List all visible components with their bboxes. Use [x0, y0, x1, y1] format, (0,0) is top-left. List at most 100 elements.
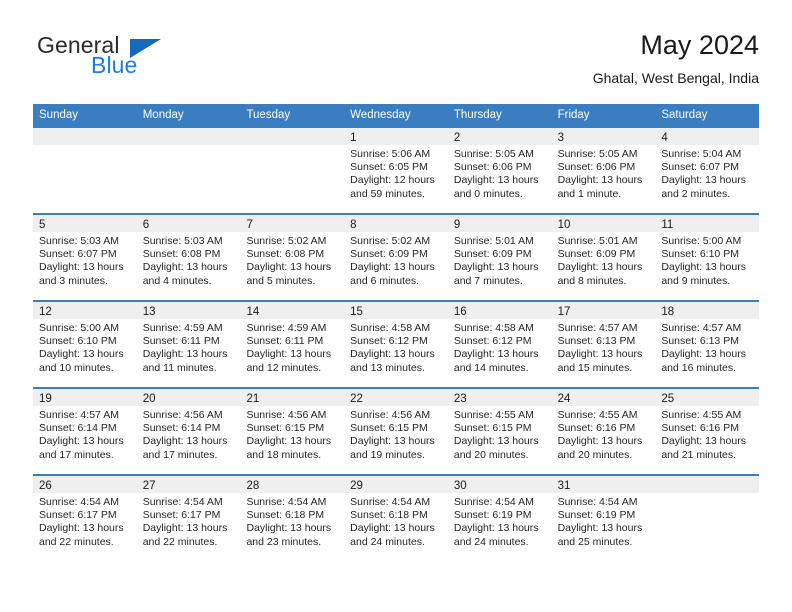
day-cell[interactable]: 19 Sunrise: 4:57 AM Sunset: 6:14 PM Dayl…: [33, 389, 137, 474]
day-info: Sunrise: 4:59 AM Sunset: 6:11 PM Dayligh…: [240, 319, 344, 375]
daylight-text-line1: Daylight: 13 hours: [350, 435, 435, 448]
day-number: 5: [39, 219, 46, 231]
sunrise-text: Sunrise: 4:54 AM: [246, 496, 327, 508]
weekday-header-row: Sunday Monday Tuesday Wednesday Thursday…: [33, 104, 759, 126]
sunset-text: Sunset: 6:09 PM: [453, 248, 532, 261]
day-number-band: 28: [240, 476, 345, 493]
day-number-band: 21: [240, 389, 345, 406]
day-cell[interactable]: 28 Sunrise: 4:54 AM Sunset: 6:18 PM Dayl…: [240, 476, 345, 561]
day-number: 31: [557, 480, 571, 492]
day-cell[interactable]: 9 Sunrise: 5:01 AM Sunset: 6:09 PM Dayli…: [447, 215, 552, 300]
day-cell[interactable]: 14 Sunrise: 4:59 AM Sunset: 6:11 PM Dayl…: [240, 302, 345, 387]
day-number-band: 23: [447, 389, 552, 406]
day-number: 23: [453, 393, 467, 405]
sunset-text: Sunset: 6:09 PM: [350, 248, 428, 261]
day-number: 27: [142, 480, 156, 492]
daylight-text-line1: Daylight: 13 hours: [350, 522, 435, 535]
day-info: Sunrise: 4:57 AM Sunset: 6:13 PM Dayligh…: [655, 319, 759, 375]
day-cell[interactable]: 8 Sunrise: 5:02 AM Sunset: 6:09 PM Dayli…: [344, 215, 448, 300]
day-cell[interactable]: 30 Sunrise: 4:54 AM Sunset: 6:19 PM Dayl…: [447, 476, 552, 561]
day-number-band: 14: [240, 302, 345, 319]
sunset-text: Sunset: 6:07 PM: [39, 248, 117, 261]
day-cell[interactable]: 11 Sunrise: 5:00 AM Sunset: 6:10 PM Dayl…: [655, 215, 760, 300]
sunrise-text: Sunrise: 5:02 AM: [246, 235, 327, 247]
daylight-text-line1: Daylight: 13 hours: [557, 261, 643, 274]
daylight-text-line1: Daylight: 13 hours: [661, 435, 746, 448]
day-number: 11: [661, 219, 674, 231]
day-cell[interactable]: 1 Sunrise: 5:06 AM Sunset: 6:05 PM Dayli…: [344, 128, 448, 213]
day-cell[interactable]: 22 Sunrise: 4:56 AM Sunset: 6:15 PM Dayl…: [344, 389, 448, 474]
day-number: 9: [453, 219, 461, 231]
day-cell[interactable]: 2 Sunrise: 5:05 AM Sunset: 6:06 PM Dayli…: [447, 128, 552, 213]
sunrise-text: Sunrise: 4:57 AM: [557, 322, 638, 334]
page-title: May 2024: [640, 30, 759, 60]
sunset-text: Sunset: 6:06 PM: [557, 161, 636, 174]
day-cell[interactable]: 3 Sunrise: 5:05 AM Sunset: 6:06 PM Dayli…: [551, 128, 656, 213]
sunset-text: Sunset: 6:19 PM: [557, 509, 636, 522]
day-cell[interactable]: [240, 128, 345, 213]
day-number-band: 20: [136, 389, 241, 406]
day-number-band: 22: [344, 389, 448, 406]
day-cell[interactable]: 12 Sunrise: 5:00 AM Sunset: 6:10 PM Dayl…: [33, 302, 137, 387]
day-cell[interactable]: 15 Sunrise: 4:58 AM Sunset: 6:12 PM Dayl…: [344, 302, 448, 387]
day-cell[interactable]: [33, 128, 137, 213]
sunrise-text: Sunrise: 4:57 AM: [661, 322, 742, 334]
location-subtitle: Ghatal, West Bengal, India: [592, 70, 759, 86]
day-info: Sunrise: 5:06 AM Sunset: 6:05 PM Dayligh…: [344, 145, 448, 201]
day-info: Sunrise: 5:02 AM Sunset: 6:08 PM Dayligh…: [240, 232, 344, 288]
general-blue-logo[interactable]: General Blue: [33, 32, 213, 88]
day-cell[interactable]: 23 Sunrise: 4:55 AM Sunset: 6:15 PM Dayl…: [447, 389, 552, 474]
day-number-band: 18: [655, 302, 760, 319]
day-cell[interactable]: 21 Sunrise: 4:56 AM Sunset: 6:15 PM Dayl…: [240, 389, 345, 474]
day-cell[interactable]: 7 Sunrise: 5:02 AM Sunset: 6:08 PM Dayli…: [240, 215, 345, 300]
sunset-text: Sunset: 6:15 PM: [246, 422, 325, 435]
sunrise-text: Sunrise: 4:59 AM: [246, 322, 327, 334]
daylight-text-line2: and 14 minutes.: [453, 361, 529, 374]
daylight-text-line2: and 25 minutes.: [557, 535, 633, 548]
day-number: 15: [350, 306, 363, 318]
day-cell[interactable]: 31 Sunrise: 4:54 AM Sunset: 6:19 PM Dayl…: [551, 476, 656, 561]
daylight-text-line2: and 17 minutes.: [39, 448, 114, 461]
daylight-text-line1: Daylight: 13 hours: [246, 261, 332, 274]
day-number: 2: [453, 132, 461, 144]
daylight-text-line1: Daylight: 13 hours: [453, 174, 539, 187]
calendar-page: General Blue May 2024 Ghatal, West Benga…: [0, 0, 792, 612]
day-info: Sunrise: 4:54 AM Sunset: 6:18 PM Dayligh…: [240, 493, 344, 549]
sunset-text: Sunset: 6:18 PM: [246, 509, 325, 522]
day-cell[interactable]: 24 Sunrise: 4:55 AM Sunset: 6:16 PM Dayl…: [551, 389, 656, 474]
day-cell[interactable]: 17 Sunrise: 4:57 AM Sunset: 6:13 PM Dayl…: [551, 302, 656, 387]
daylight-text-line2: and 19 minutes.: [350, 448, 425, 461]
day-number: 7: [246, 219, 253, 231]
sunset-text: Sunset: 6:10 PM: [39, 335, 117, 348]
day-cell[interactable]: [136, 128, 241, 213]
sunrise-text: Sunrise: 4:54 AM: [453, 496, 534, 508]
daylight-text-line2: and 21 minutes.: [661, 448, 737, 461]
sunrise-text: Sunrise: 5:03 AM: [142, 235, 223, 247]
day-cell[interactable]: 6 Sunrise: 5:03 AM Sunset: 6:08 PM Dayli…: [136, 215, 241, 300]
day-cell[interactable]: 18 Sunrise: 4:57 AM Sunset: 6:13 PM Dayl…: [655, 302, 760, 387]
day-number-band: 1: [344, 128, 448, 145]
sunset-text: Sunset: 6:16 PM: [557, 422, 636, 435]
daylight-text-line2: and 13 minutes.: [350, 361, 425, 374]
day-number-band: 26: [33, 476, 137, 493]
daylight-text-line2: and 15 minutes.: [557, 361, 633, 374]
calendar-grid: Sunday Monday Tuesday Wednesday Thursday…: [33, 104, 760, 561]
day-cell[interactable]: 13 Sunrise: 4:59 AM Sunset: 6:11 PM Dayl…: [136, 302, 241, 387]
day-info: Sunrise: 5:02 AM Sunset: 6:09 PM Dayligh…: [344, 232, 448, 288]
day-cell[interactable]: 25 Sunrise: 4:55 AM Sunset: 6:16 PM Dayl…: [655, 389, 760, 474]
day-cell[interactable]: 29 Sunrise: 4:54 AM Sunset: 6:18 PM Dayl…: [344, 476, 448, 561]
day-number-band: 11: [655, 215, 760, 232]
day-info: Sunrise: 5:01 AM Sunset: 6:09 PM Dayligh…: [552, 232, 656, 288]
day-cell[interactable]: 20 Sunrise: 4:56 AM Sunset: 6:14 PM Dayl…: [136, 389, 241, 474]
day-cell[interactable]: 5 Sunrise: 5:03 AM Sunset: 6:07 PM Dayli…: [33, 215, 137, 300]
sunrise-text: Sunrise: 4:55 AM: [661, 409, 742, 421]
title-block: May 2024 Ghatal, West Bengal, India: [593, 28, 759, 88]
day-cell[interactable]: [655, 476, 760, 561]
day-cell[interactable]: 26 Sunrise: 4:54 AM Sunset: 6:17 PM Dayl…: [33, 476, 137, 561]
day-cell[interactable]: 27 Sunrise: 4:54 AM Sunset: 6:17 PM Dayl…: [136, 476, 241, 561]
day-cell[interactable]: 4 Sunrise: 5:04 AM Sunset: 6:07 PM Dayli…: [655, 128, 760, 213]
day-cell[interactable]: 16 Sunrise: 4:58 AM Sunset: 6:12 PM Dayl…: [447, 302, 552, 387]
day-cell[interactable]: 10 Sunrise: 5:01 AM Sunset: 6:09 PM Dayl…: [551, 215, 656, 300]
sunset-text: Sunset: 6:13 PM: [557, 335, 636, 348]
sunrise-text: Sunrise: 4:54 AM: [557, 496, 638, 508]
